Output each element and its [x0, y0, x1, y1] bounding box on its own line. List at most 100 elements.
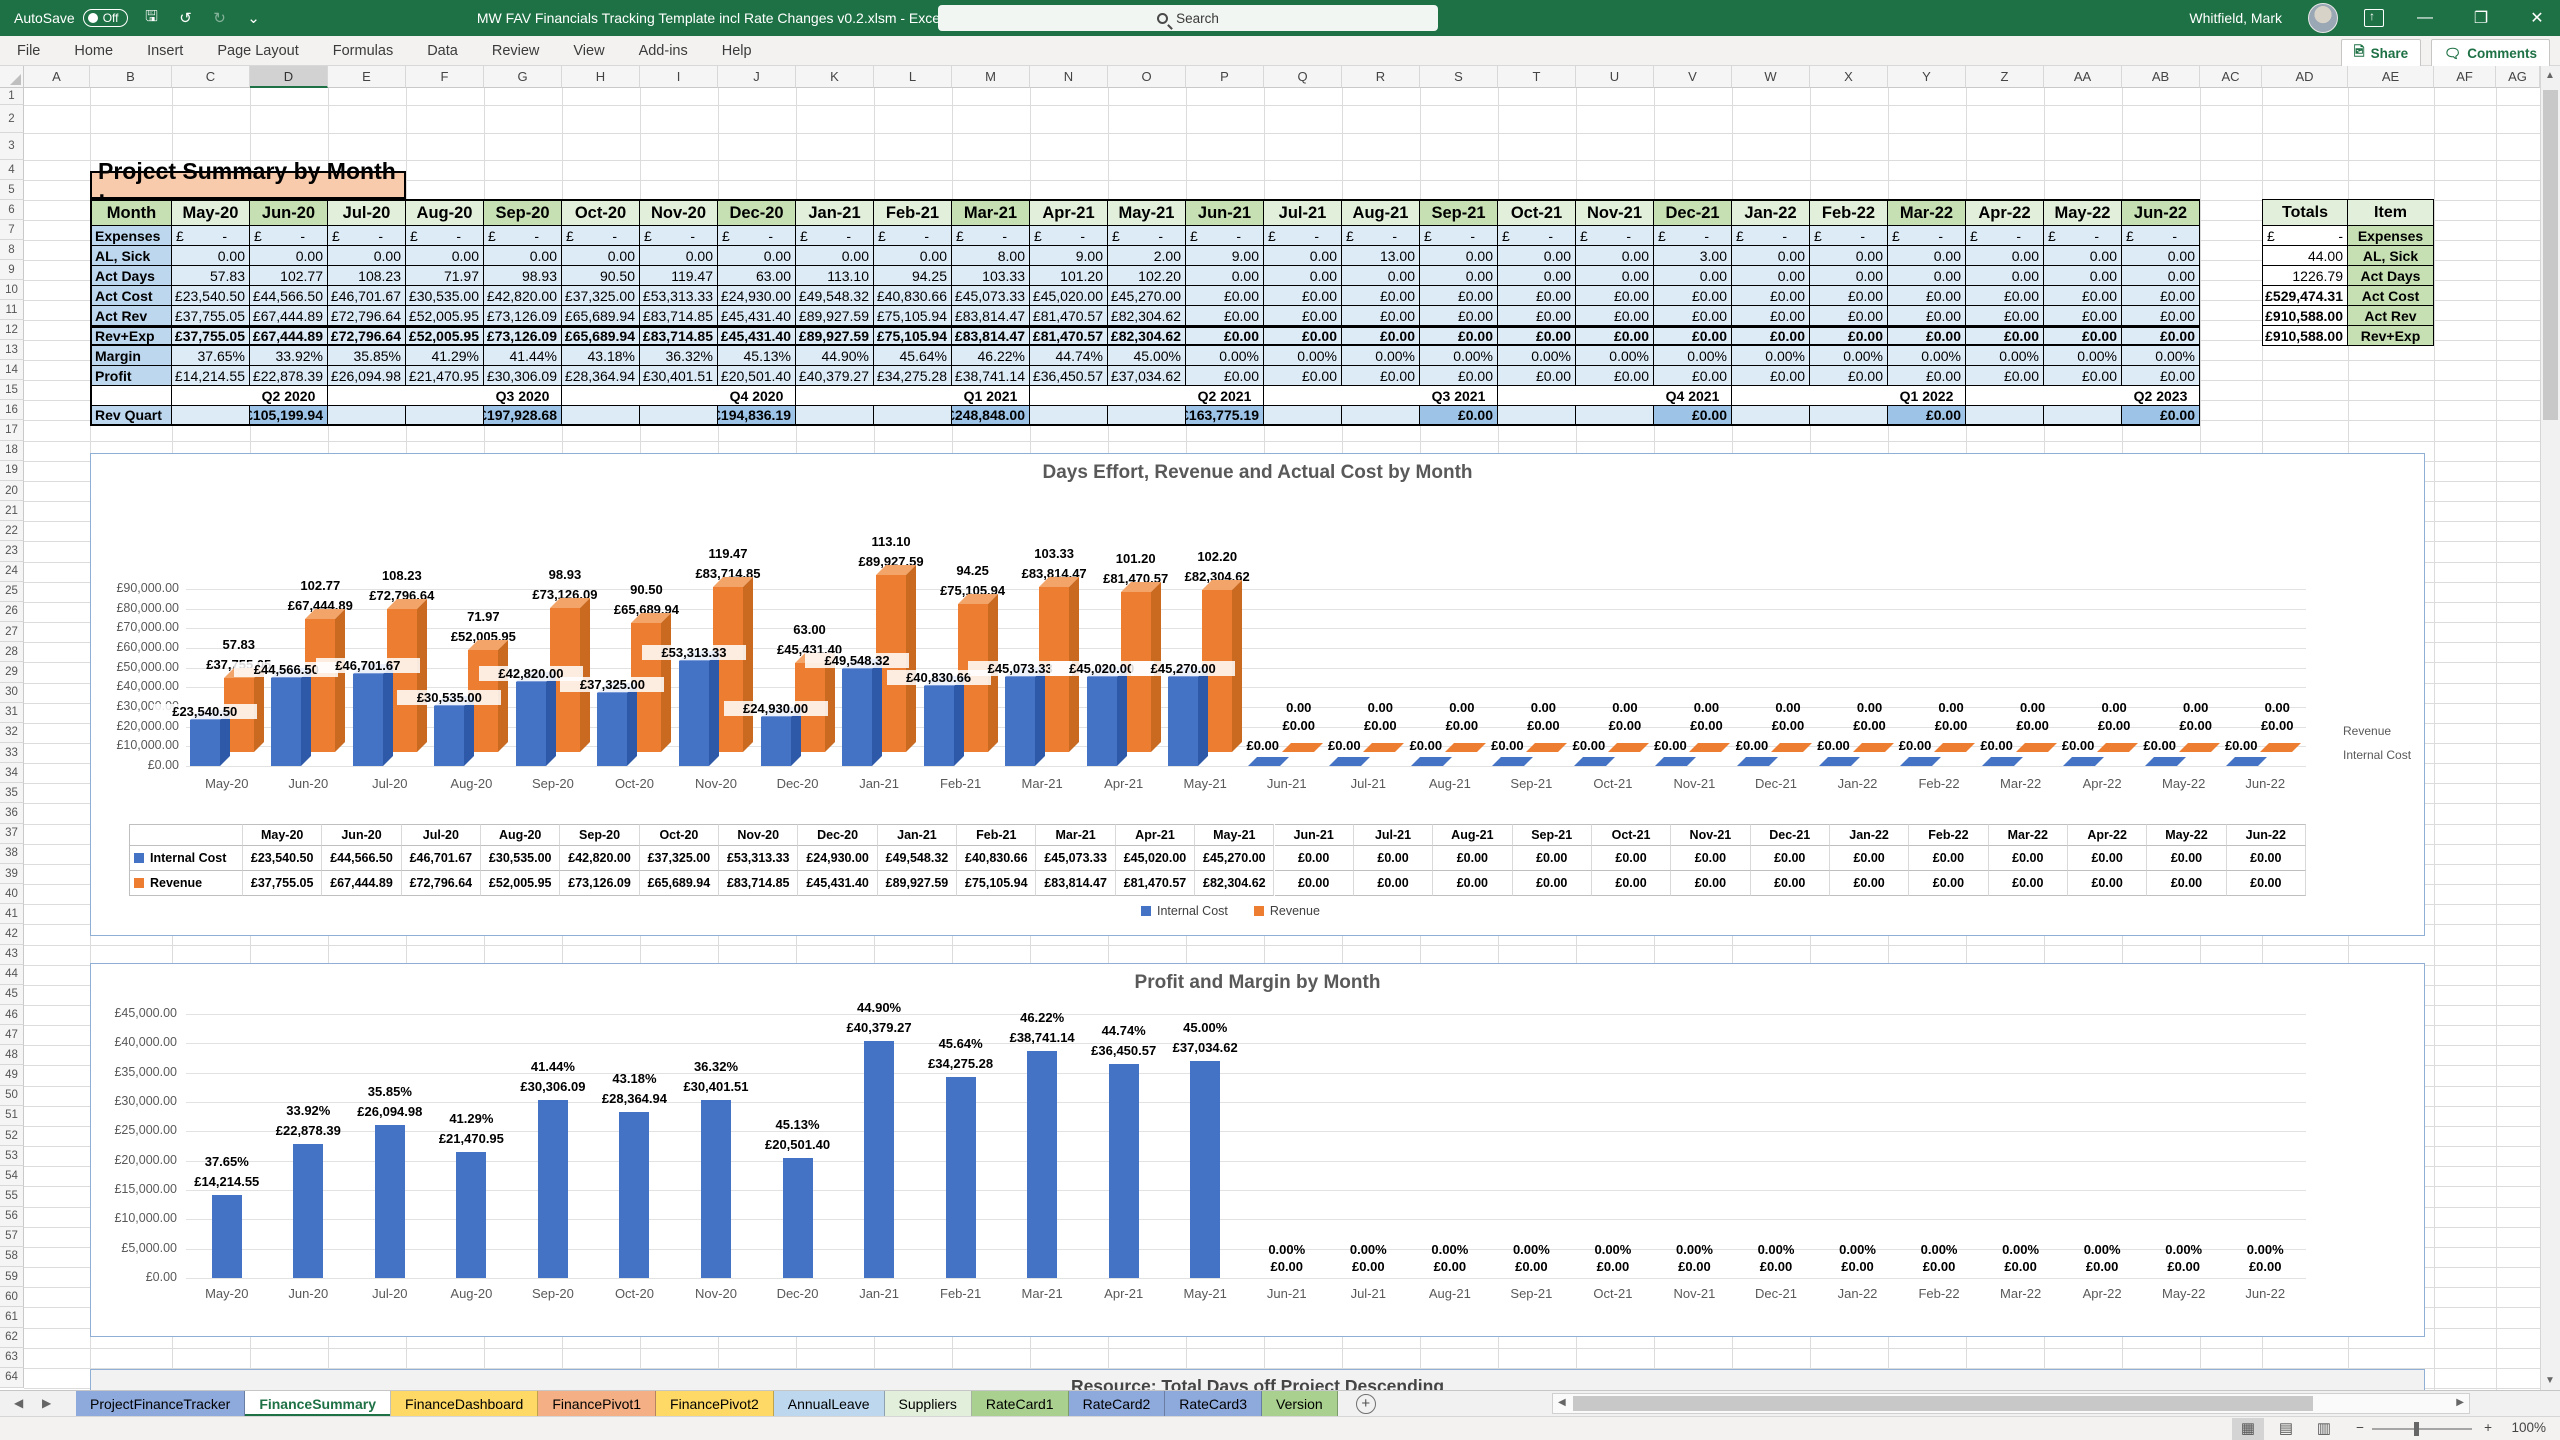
bar-profit[interactable]	[1027, 1051, 1057, 1278]
summary-col-Aug-21[interactable]: Aug-21	[1342, 199, 1420, 226]
summary-cell-quarter[interactable]: Q2 2023	[2122, 386, 2200, 406]
summary-cell[interactable]: £67,444.89	[250, 306, 328, 326]
summary-cell[interactable]: 0.00	[1654, 266, 1732, 286]
summary-col-Sep-20[interactable]: Sep-20	[484, 199, 562, 226]
row-header-44[interactable]: 44	[0, 965, 24, 985]
summary-cell[interactable]: 0.00%	[2044, 346, 2122, 366]
column-header-S[interactable]: S	[1420, 66, 1498, 88]
summary-cell[interactable]: 0.00	[1576, 266, 1654, 286]
summary-col-Jun-22[interactable]: Jun-22	[2122, 199, 2200, 226]
column-header-U[interactable]: U	[1576, 66, 1654, 88]
summary-cell[interactable]: 0.00	[2044, 266, 2122, 286]
summary-cell-revquart[interactable]: £105,199.94	[250, 406, 328, 426]
summary-cell[interactable]: 0.00%	[1966, 346, 2044, 366]
column-header-R[interactable]: R	[1342, 66, 1420, 88]
ribbon-display-options-icon[interactable]	[2364, 9, 2384, 27]
summary-cell[interactable]: £0.00	[1888, 326, 1966, 346]
summary-cell[interactable]: £89,927.59	[796, 306, 874, 326]
summary-cell[interactable]: 9.00	[1030, 246, 1108, 266]
summary-cell[interactable]: 41.29%	[406, 346, 484, 366]
column-header-N[interactable]: N	[1030, 66, 1108, 88]
autosave-toggle[interactable]: AutoSave Off	[14, 9, 128, 27]
column-header-P[interactable]: P	[1186, 66, 1264, 88]
bar-internal-cost[interactable]	[679, 661, 709, 766]
summary-cell-quarter[interactable]	[328, 386, 406, 406]
summary-cell-revquart[interactable]	[874, 406, 952, 426]
bar-internal-cost[interactable]	[597, 693, 627, 766]
summary-cell[interactable]: £0.00	[1732, 306, 1810, 326]
sheet-tab-projectfinancetracker[interactable]: ProjectFinanceTracker	[76, 1391, 245, 1417]
row-header-36[interactable]: 36	[0, 803, 24, 823]
summary-cell[interactable]: £0.00	[1498, 326, 1576, 346]
save-icon[interactable]: 🖫	[142, 6, 162, 31]
summary-cell-quarter[interactable]	[796, 386, 874, 406]
close-button[interactable]: ✕	[2522, 8, 2552, 28]
summary-cell-revquart[interactable]: £197,928.68	[484, 406, 562, 426]
summary-cell[interactable]: 0.00	[1810, 266, 1888, 286]
summary-cell[interactable]: 0.00	[484, 246, 562, 266]
bar-profit[interactable]	[212, 1195, 242, 1278]
summary-cell[interactable]: £0.00	[1186, 366, 1264, 386]
summary-cell-quarter[interactable]: Q3 2021	[1420, 386, 1498, 406]
summary-cell[interactable]: £83,814.47	[952, 326, 1030, 346]
summary-col-Feb-22[interactable]: Feb-22	[1810, 199, 1888, 226]
summary-col-May-20[interactable]: May-20	[172, 199, 250, 226]
summary-cell[interactable]: £45,020.00	[1030, 286, 1108, 306]
bar-internal-cost[interactable]	[924, 686, 954, 766]
ribbon-tab-home[interactable]: Home	[57, 36, 130, 66]
summary-cell-quarter[interactable]	[406, 386, 484, 406]
summary-cell[interactable]: 94.25	[874, 266, 952, 286]
row-header-32[interactable]: 32	[0, 723, 24, 743]
row-header-3[interactable]: 3	[0, 133, 24, 160]
summary-cell[interactable]: £30,306.09	[484, 366, 562, 386]
summary-col-Apr-22[interactable]: Apr-22	[1966, 199, 2044, 226]
summary-cell-quarter[interactable]	[172, 386, 250, 406]
summary-col-May-22[interactable]: May-22	[2044, 199, 2122, 226]
summary-cell[interactable]: £0.00	[1576, 326, 1654, 346]
summary-cell[interactable]: £24,930.00	[718, 286, 796, 306]
summary-cell[interactable]: £0.00	[1654, 306, 1732, 326]
scroll-down-icon[interactable]: ▼	[2545, 1375, 2555, 1386]
comments-button[interactable]: 🗨Comments	[2431, 39, 2550, 68]
new-sheet-button[interactable]: +	[1356, 1394, 1376, 1414]
summary-cell[interactable]: 0.00%	[1342, 346, 1420, 366]
summary-cell[interactable]: 0.00	[1732, 266, 1810, 286]
summary-cell[interactable]: 71.97	[406, 266, 484, 286]
summary-cell[interactable]: 57.83	[172, 266, 250, 286]
row-header-11[interactable]: 11	[0, 300, 24, 320]
row-header-60[interactable]: 60	[0, 1287, 24, 1307]
summary-cell[interactable]: 0.00%	[1810, 346, 1888, 366]
summary-cell[interactable]: £0.00	[1420, 306, 1498, 326]
bar-internal-cost[interactable]	[516, 682, 546, 766]
summary-cell[interactable]: 0.00	[796, 246, 874, 266]
sheet-tab-ratecard2[interactable]: RateCard2	[1069, 1391, 1166, 1417]
row-header-53[interactable]: 53	[0, 1146, 24, 1166]
row-header-39[interactable]: 39	[0, 864, 24, 884]
summary-cell[interactable]: £-	[1810, 226, 1888, 246]
summary-cell[interactable]: £-	[718, 226, 796, 246]
bar-internal-cost-zero[interactable]	[2145, 757, 2186, 766]
summary-cell-quarter[interactable]	[1576, 386, 1654, 406]
summary-cell-quarter[interactable]: Q1 2022	[1888, 386, 1966, 406]
summary-cell[interactable]: £-	[250, 226, 328, 246]
summary-cell[interactable]: £73,126.09	[484, 326, 562, 346]
summary-cell[interactable]: £-	[640, 226, 718, 246]
summary-cell[interactable]: 0.00	[1576, 246, 1654, 266]
summary-cell[interactable]: £37,034.62	[1108, 366, 1186, 386]
summary-cell-revquart[interactable]: £248,848.00	[952, 406, 1030, 426]
row-header-13[interactable]: 13	[0, 340, 24, 360]
summary-col-Nov-21[interactable]: Nov-21	[1576, 199, 1654, 226]
summary-cell[interactable]: £14,214.55	[172, 366, 250, 386]
bar-internal-cost-zero[interactable]	[1492, 757, 1533, 766]
row-header-52[interactable]: 52	[0, 1126, 24, 1146]
column-header-V[interactable]: V	[1654, 66, 1732, 88]
summary-cell[interactable]: £30,535.00	[406, 286, 484, 306]
column-header-T[interactable]: T	[1498, 66, 1576, 88]
summary-cell-quarter[interactable]	[1966, 386, 2044, 406]
summary-cell[interactable]: 98.93	[484, 266, 562, 286]
sheet-tab-ratecard1[interactable]: RateCard1	[972, 1391, 1069, 1417]
summary-cell[interactable]: 0.00%	[1732, 346, 1810, 366]
column-header-I[interactable]: I	[640, 66, 718, 88]
summary-cell-quarter[interactable]: Q4 2020	[718, 386, 796, 406]
summary-cell[interactable]: £0.00	[1420, 366, 1498, 386]
